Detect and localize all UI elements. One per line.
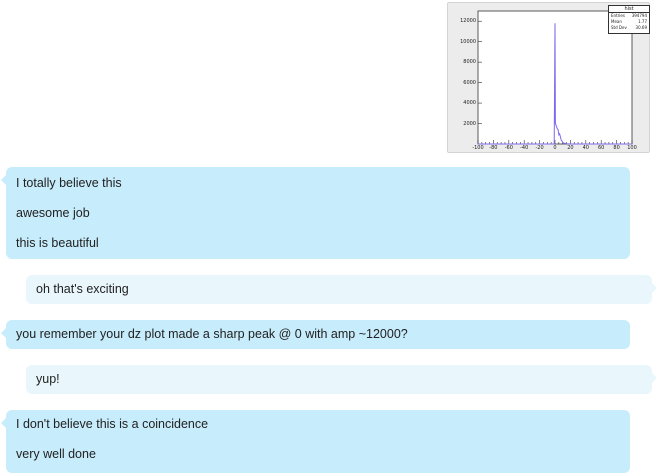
- histogram-image-attachment[interactable]: 12000 10000 8000 6000 4000 2000 -100 -80…: [447, 2, 650, 153]
- stats-box-title: hist: [609, 6, 649, 13]
- y-tick-label: 12000: [460, 18, 476, 25]
- stats-box: hist Entries 394794 Mean 1.77 Std Dev 30…: [608, 5, 650, 34]
- bubble-tail: [1, 174, 7, 186]
- x-tick-label: 60: [598, 145, 605, 151]
- y-tick-label: 2000: [463, 120, 476, 127]
- x-tick-label: -40: [520, 145, 529, 151]
- x-tick-label: 40: [582, 145, 589, 151]
- bubble-tail: [651, 282, 656, 294]
- x-tick-label: -20: [535, 145, 544, 151]
- y-tick-label: 4000: [463, 100, 476, 107]
- x-tick-label: -100: [472, 145, 484, 151]
- bubble-tail: [1, 417, 7, 429]
- stats-row: Std Dev 30.69: [609, 25, 649, 31]
- message-bubble-sent[interactable]: yup!: [26, 365, 656, 394]
- message-bubble-received[interactable]: you remember your dz plot made a sharp p…: [1, 320, 630, 349]
- message-text: oh that's exciting: [36, 282, 129, 296]
- message-text: this is beautiful: [16, 236, 99, 250]
- y-tick-label: 10000: [460, 38, 476, 45]
- message-text: I totally believe this: [16, 176, 122, 190]
- y-tick-label: 8000: [463, 59, 476, 66]
- message-bubble-received[interactable]: I don't believe this is a coincidence ve…: [1, 410, 630, 473]
- y-tick-label: 6000: [463, 79, 476, 86]
- message-text: yup!: [36, 372, 60, 386]
- bubble-tail: [1, 327, 7, 339]
- message-text: I don't believe this is a coincidence: [16, 417, 209, 431]
- stats-value: 30.69: [635, 25, 647, 30]
- bubble-tail: [651, 372, 656, 384]
- message-text: awesome job: [16, 206, 90, 220]
- message-bubble-sent[interactable]: oh that's exciting: [26, 275, 656, 304]
- stats-label: Std Dev: [611, 25, 627, 30]
- message-text: you remember your dz plot made a sharp p…: [16, 327, 408, 341]
- message-bubble-received[interactable]: I totally believe this awesome job this …: [1, 167, 630, 259]
- x-tick-label: -80: [489, 145, 498, 151]
- x-tick-label: 0: [553, 145, 557, 151]
- x-tick-label: -60: [504, 145, 513, 151]
- x-tick-label: 80: [613, 145, 620, 151]
- x-tick-label: 20: [567, 145, 574, 151]
- message-text: very well done: [16, 447, 96, 461]
- x-tick-label: 100: [627, 145, 637, 151]
